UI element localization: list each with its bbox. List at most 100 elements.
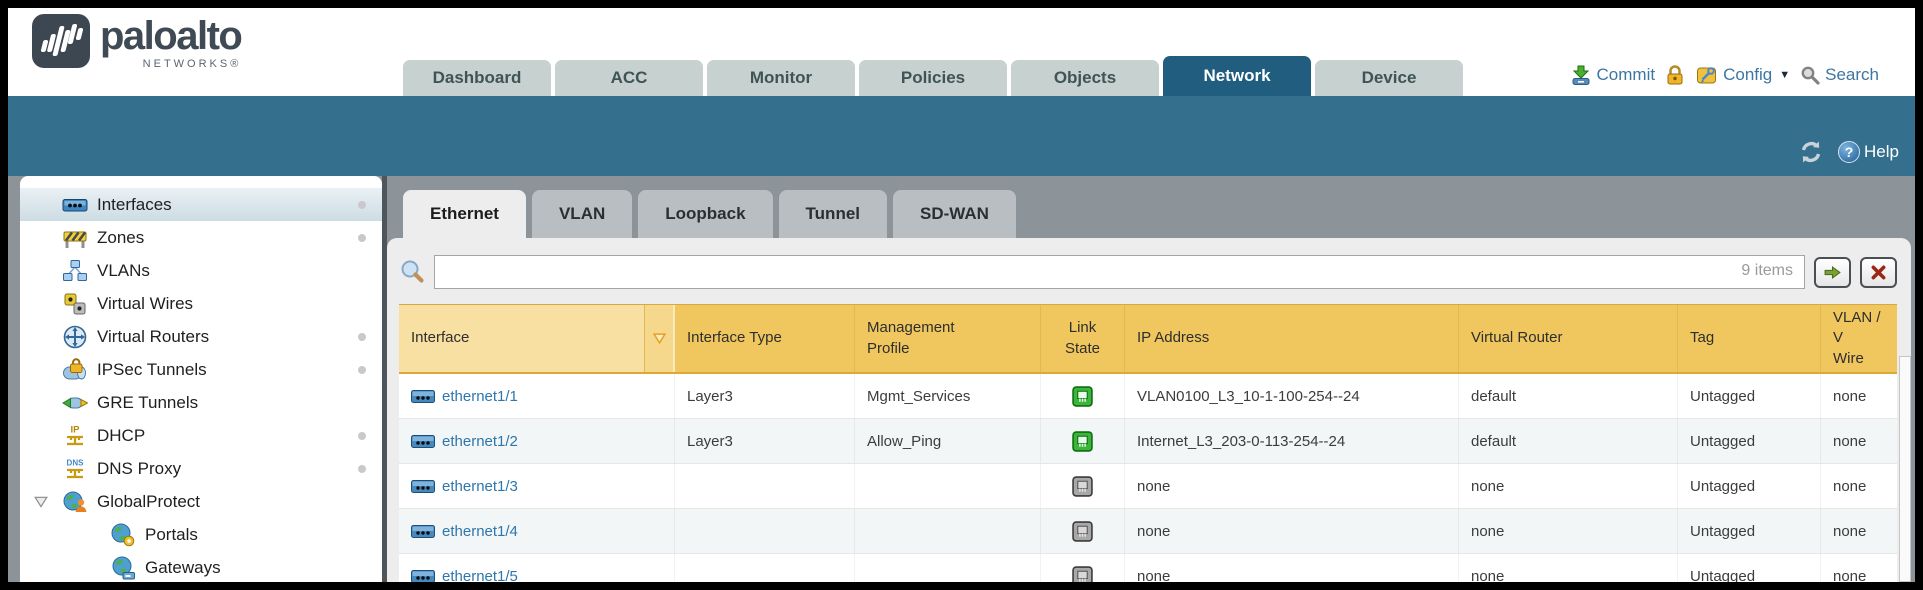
sidebar-item-vlans[interactable]: VLANs (20, 254, 382, 287)
refresh-icon[interactable] (1798, 140, 1824, 164)
tab-monitor[interactable]: Monitor (707, 60, 855, 96)
tab-acc[interactable]: ACC (555, 60, 703, 96)
subtab-ethernet[interactable]: Ethernet (403, 190, 526, 238)
sidebar-dot (358, 465, 366, 473)
config-icon (1695, 64, 1718, 86)
cell-virtual-router: default (1459, 374, 1678, 418)
cell-ip-address: none (1125, 509, 1459, 553)
interfaces-table: Interface Interface Type Management Prof… (399, 304, 1897, 582)
sidebar-item-ipsec-tunnels[interactable]: IPSec Tunnels (20, 353, 382, 386)
cell-interface-type (675, 554, 855, 582)
sidebar-item-interfaces[interactable]: Interfaces (20, 188, 382, 221)
clear-filter-button[interactable] (1860, 257, 1897, 288)
config-dropdown-caret: ▼ (1779, 69, 1790, 81)
ethernet-port-icon (411, 390, 435, 403)
sidebar-dot (358, 201, 366, 209)
filter-bar: 9 items (399, 254, 1897, 290)
subtab-tunnel[interactable]: Tunnel (779, 190, 887, 238)
ethernet-port-icon (411, 570, 435, 583)
collapse-triangle-icon[interactable] (34, 496, 48, 508)
column-header-tag[interactable]: Tag (1678, 305, 1821, 372)
cell-vlan-wire: none (1821, 464, 1897, 508)
commit-icon (1570, 64, 1592, 86)
logo-wordmark: paloalto (100, 14, 241, 58)
column-header-link-state[interactable]: Link State (1041, 305, 1125, 372)
dhcp-icon: IP (62, 423, 88, 449)
interface-link[interactable]: ethernet1/5 (442, 568, 518, 583)
interface-subtabs: Ethernet VLAN Loopback Tunnel SD-WAN (403, 190, 1911, 238)
tab-objects[interactable]: Objects (1011, 60, 1159, 96)
column-header-ip-address[interactable]: IP Address (1125, 305, 1459, 372)
tab-device[interactable]: Device (1315, 60, 1463, 96)
cell-ip-address: none (1125, 464, 1459, 508)
svg-text:DNS: DNS (67, 458, 85, 467)
cell-tag: Untagged (1678, 419, 1821, 463)
interface-link[interactable]: ethernet1/3 (442, 478, 518, 495)
sidebar-item-virtual-routers[interactable]: Virtual Routers (20, 320, 382, 353)
virtual-wires-icon (62, 291, 88, 317)
ethernet-port-icon (411, 480, 435, 493)
zones-icon (62, 225, 88, 251)
sidebar-item-portals[interactable]: Portals (20, 518, 382, 551)
link-state-up-icon (1072, 431, 1093, 452)
sidebar-item-zones[interactable]: Zones (20, 221, 382, 254)
sidebar-item-gateways[interactable]: Gateways (20, 551, 382, 582)
apply-filter-button[interactable] (1814, 257, 1851, 288)
sidebar-dot (358, 432, 366, 440)
subtab-loopback[interactable]: Loopback (638, 190, 772, 238)
sidebar-dot (358, 234, 366, 242)
ipsec-tunnels-icon (62, 357, 88, 383)
tab-policies[interactable]: Policies (859, 60, 1007, 96)
table-header-row: Interface Interface Type Management Prof… (399, 304, 1897, 374)
tab-dashboard[interactable]: Dashboard (403, 60, 551, 96)
vertical-scrollbar[interactable] (1899, 356, 1911, 582)
commit-button[interactable]: Commit (1570, 64, 1656, 86)
gateways-icon (110, 555, 136, 581)
tab-network[interactable]: Network (1163, 56, 1311, 96)
sidebar-item-virtual-wires[interactable]: Virtual Wires (20, 287, 382, 320)
config-menu-button[interactable]: Config ▼ (1695, 64, 1790, 86)
cell-management-profile: Allow_Ping (855, 419, 1041, 463)
cell-virtual-router: none (1459, 509, 1678, 553)
cell-virtual-router: default (1459, 419, 1678, 463)
cell-interface-type: Layer3 (675, 374, 855, 418)
screenshot-frame: paloalto NETWORKS® Dashboard ACC Monitor… (0, 0, 1923, 590)
interface-link[interactable]: ethernet1/1 (442, 388, 518, 405)
interface-link[interactable]: ethernet1/2 (442, 433, 518, 450)
subtab-vlan[interactable]: VLAN (532, 190, 632, 238)
column-header-virtual-router[interactable]: Virtual Router (1459, 305, 1678, 372)
column-header-vlan-wire[interactable]: VLAN / V Wire (1821, 305, 1897, 372)
subtab-sdwan[interactable]: SD-WAN (893, 190, 1016, 238)
search-button[interactable]: Search (1800, 65, 1879, 85)
sidebar-item-globalprotect[interactable]: GlobalProtect (20, 485, 382, 518)
table-row: ethernet1/3 none none (399, 464, 1897, 509)
interface-link[interactable]: ethernet1/4 (442, 523, 518, 540)
cell-virtual-router: none (1459, 464, 1678, 508)
lock-icon[interactable] (1665, 64, 1685, 86)
column-header-interface-type[interactable]: Interface Type (675, 305, 855, 372)
sidebar-item-gre-tunnels[interactable]: GRE Tunnels (20, 386, 382, 419)
cell-vlan-wire: none (1821, 419, 1897, 463)
cell-interface-type (675, 464, 855, 508)
main-nav-tabs: Dashboard ACC Monitor Policies Objects N… (403, 56, 1463, 96)
sidebar-item-dns-proxy[interactable]: DNS DNS Proxy (20, 452, 382, 485)
cell-interface-type: Layer3 (675, 419, 855, 463)
cell-tag: Untagged (1678, 374, 1821, 418)
filter-input[interactable] (434, 255, 1805, 289)
cell-management-profile (855, 464, 1041, 508)
column-header-management-profile[interactable]: Management Profile (855, 305, 1041, 372)
filter-magnifier-icon (399, 259, 425, 285)
cell-ip-address: VLAN0100_L3_10-1-100-254--24 (1125, 374, 1459, 418)
gre-tunnels-icon (62, 390, 88, 416)
cell-management-profile: Mgmt_Services (855, 374, 1041, 418)
column-sort-button[interactable] (645, 305, 675, 372)
svg-text:IP: IP (71, 424, 81, 435)
green-arrow-icon (1823, 265, 1842, 280)
cell-tag: Untagged (1678, 464, 1821, 508)
sidebar-item-dhcp[interactable]: IP DHCP (20, 419, 382, 452)
cell-interface-type (675, 509, 855, 553)
help-button[interactable]: ? Help (1838, 141, 1899, 163)
link-state-up-icon (1072, 386, 1093, 407)
column-header-interface[interactable]: Interface (399, 305, 645, 372)
cell-tag: Untagged (1678, 554, 1821, 582)
